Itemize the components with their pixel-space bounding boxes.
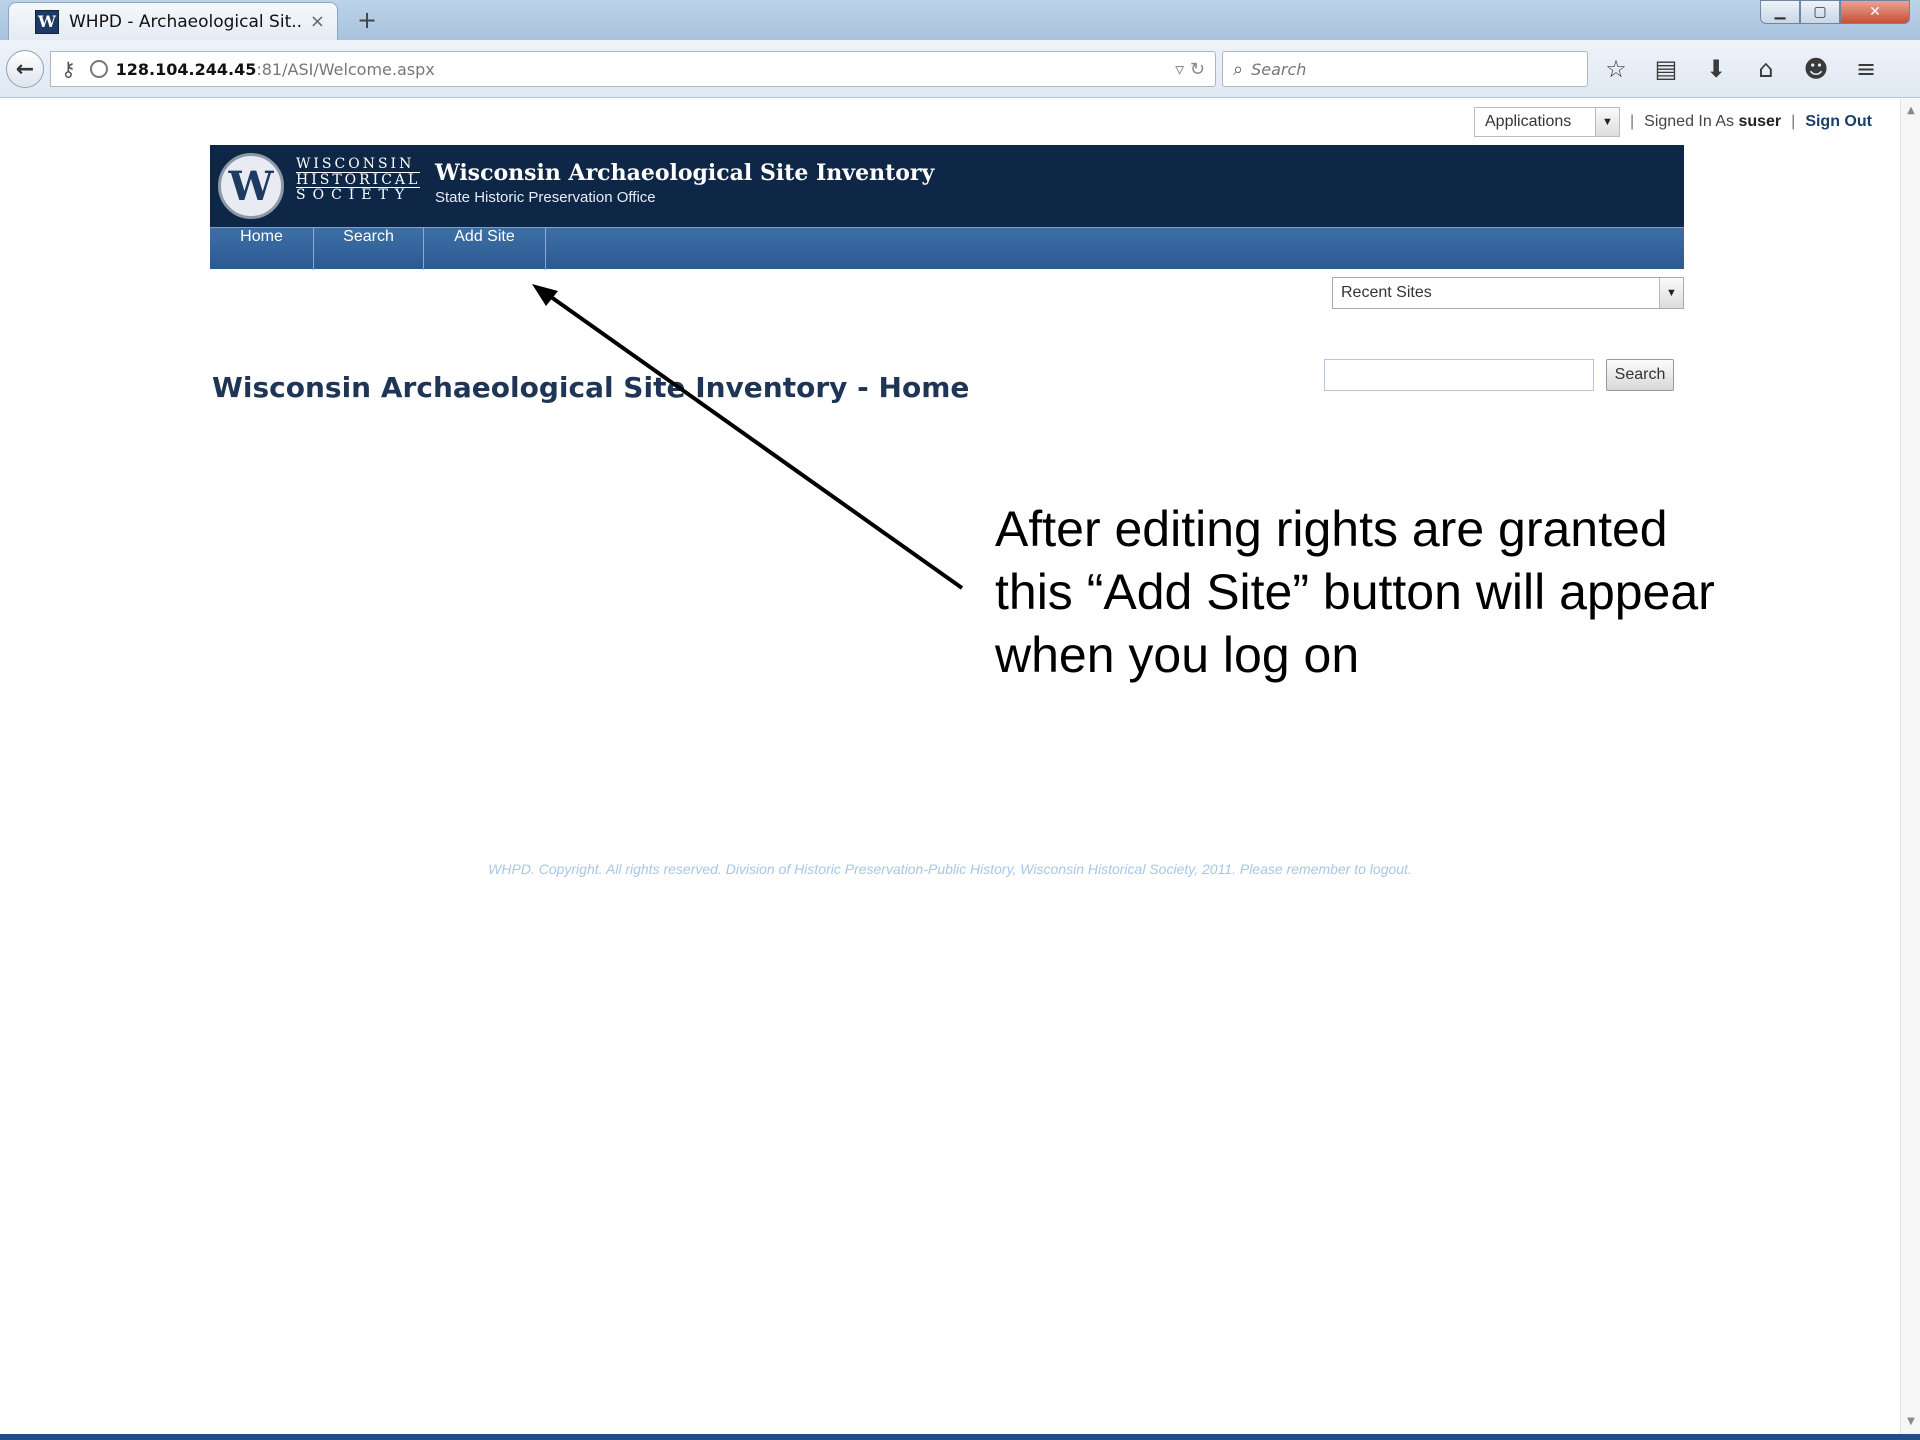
browser-window: W WHPD - Archaeological Sit... × + ▁ ▢ ✕…: [0, 0, 1920, 1440]
annotation-callout: After editing rights are granted this “A…: [995, 501, 1715, 683]
annotation-arrow: [532, 284, 964, 590]
